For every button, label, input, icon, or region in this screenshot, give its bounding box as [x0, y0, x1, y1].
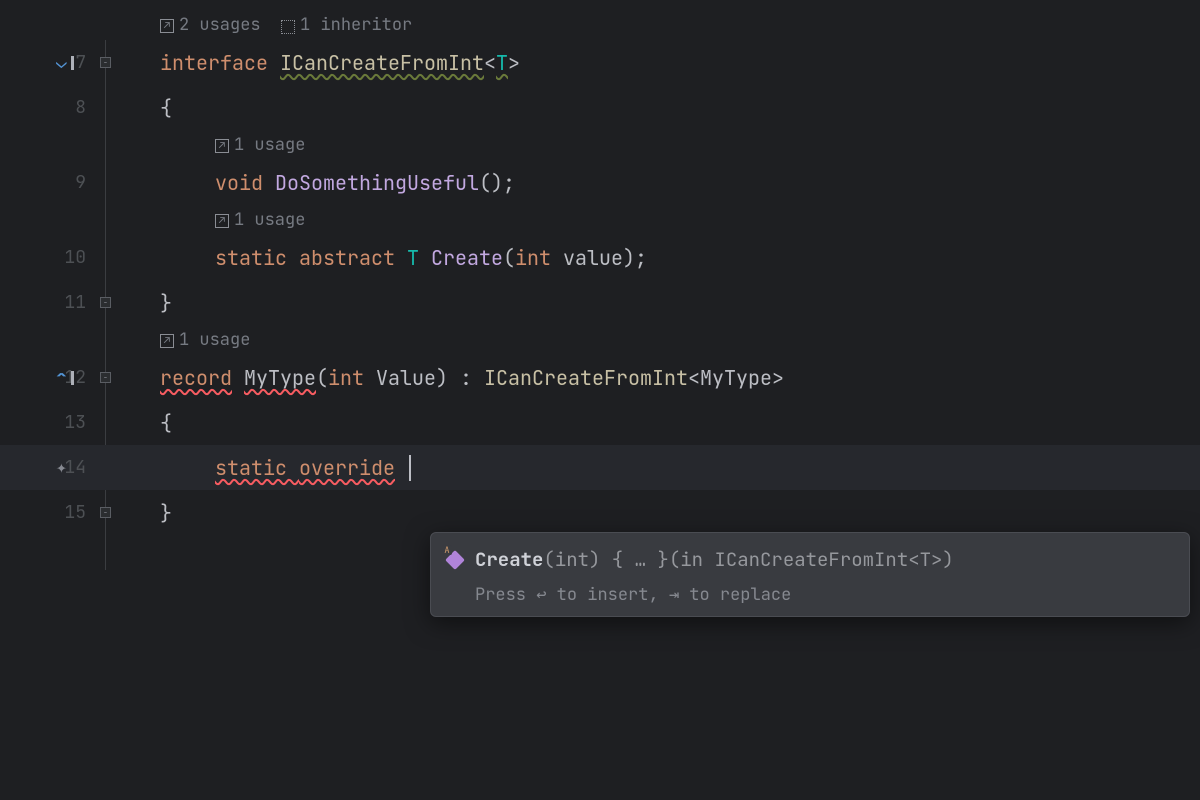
usages-icon: ↗ — [160, 19, 174, 33]
line-13[interactable]: 13 — [0, 400, 100, 445]
code-line[interactable]: } — [160, 490, 1200, 535]
fold-marker-icon[interactable]: − — [100, 57, 111, 68]
text-cursor — [409, 455, 411, 481]
line-10[interactable]: 10 — [0, 235, 100, 280]
completion-hint: Press ↩ to insert, ⇥ to replace — [431, 578, 1189, 608]
code-line[interactable]: static abstract T Create(int value); — [160, 235, 1200, 280]
fold-marker-icon[interactable]: − — [100, 507, 111, 518]
code-line[interactable]: { — [160, 85, 1200, 130]
code-line[interactable]: interface ICanCreateFromInt<T> — [160, 40, 1200, 85]
line-8[interactable]: 8 — [0, 85, 100, 130]
inlay-hint[interactable]: ↗1 usage — [160, 205, 1200, 235]
line-15[interactable]: 15 — [0, 490, 100, 535]
line-7[interactable]: 7 ⌄ — [0, 40, 100, 85]
line-gutter: 7 ⌄ 8 9 10 11 12 ⌃ 13 14 ✦ 15 — [0, 0, 100, 800]
inlay-hint[interactable]: ↗1 usage — [160, 325, 1200, 355]
usages-icon: ↗ — [160, 334, 174, 348]
bulb-icon[interactable]: ✦ — [56, 456, 67, 479]
implementing-icon[interactable]: ⌃ — [56, 366, 74, 389]
fold-marker-icon[interactable]: − — [100, 297, 111, 308]
implemented-icon[interactable]: ⌄ — [56, 51, 74, 74]
inlay-hint[interactable]: ↗2 usages 1 inheritor — [160, 10, 1200, 40]
code-line-active[interactable]: static override — [160, 445, 1200, 490]
inlay-hint[interactable]: ↗1 usage — [160, 130, 1200, 160]
code-editor[interactable]: 7 ⌄ 8 9 10 11 12 ⌃ 13 14 ✦ 15 − — [0, 0, 1200, 800]
code-area[interactable]: ↗2 usages 1 inheritor interface ICanCrea… — [160, 0, 1200, 800]
completion-signature: (int) { … } — [543, 547, 668, 572]
code-line[interactable]: } — [160, 280, 1200, 325]
line-11[interactable]: 11 — [0, 280, 100, 325]
line-12[interactable]: 12 ⌃ — [0, 355, 100, 400]
usages-icon: ↗ — [215, 139, 229, 153]
line-9[interactable]: 9 — [0, 160, 100, 205]
fold-marker-icon[interactable]: − — [100, 372, 111, 383]
completion-label: Create — [475, 547, 543, 572]
line-14[interactable]: 14 ✦ — [0, 445, 100, 490]
code-line[interactable]: { — [160, 400, 1200, 445]
usages-icon: ↗ — [215, 214, 229, 228]
completion-origin: (in ICanCreateFromInt<T>) — [669, 547, 954, 572]
fold-column: − − − − — [100, 0, 160, 800]
completion-popup[interactable]: Create (int) { … } (in ICanCreateFromInt… — [430, 532, 1190, 617]
method-override-icon — [445, 550, 465, 570]
code-line[interactable]: void DoSomethingUseful(); — [160, 160, 1200, 205]
code-line[interactable]: record MyType(int Value) : ICanCreateFro… — [160, 355, 1200, 400]
inheritor-icon — [281, 20, 295, 34]
completion-item[interactable]: Create (int) { … } (in ICanCreateFromInt… — [431, 541, 1189, 578]
